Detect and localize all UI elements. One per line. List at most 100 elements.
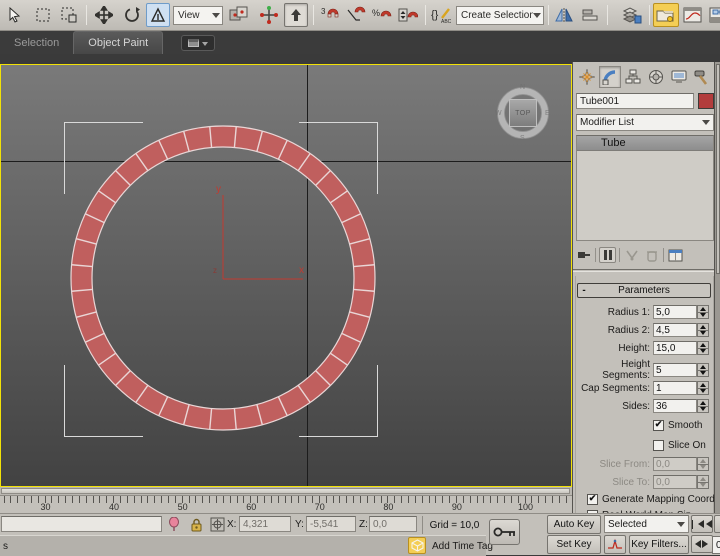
remove-modifier-icon[interactable] (643, 247, 660, 263)
param-row-radius1: Radius 1: 5,0 (573, 304, 715, 320)
radius2-spinner[interactable] (697, 323, 709, 337)
slice-to-spinner (697, 475, 709, 489)
command-panel-tabs (573, 65, 715, 89)
motion-tab-icon[interactable] (645, 66, 667, 88)
select-and-manipulate-icon[interactable] (257, 3, 281, 27)
z-coordinate-field[interactable]: 0,0 (369, 516, 417, 532)
hierarchy-tab-icon[interactable] (622, 66, 644, 88)
radius1-spinner[interactable] (697, 305, 709, 319)
key-filters-button[interactable]: Key Filters... (629, 535, 689, 554)
collapse-icon[interactable]: - (578, 285, 590, 296)
cap-segments-field[interactable]: 1 (653, 381, 697, 395)
generate-mapping-checkbox[interactable]: ✔ (587, 494, 598, 505)
absolute-offset-mode-icon[interactable] (208, 516, 226, 533)
modifier-list-dropdown[interactable]: Modifier List (576, 114, 714, 131)
toolbar-separator (548, 5, 549, 25)
radius1-field[interactable]: 5,0 (653, 305, 697, 319)
viewport-top[interactable]: y x z N E S W TOP (0, 64, 572, 487)
time-slider[interactable] (1, 488, 570, 494)
modify-tab-icon[interactable] (599, 66, 621, 88)
snaps-toggle-icon[interactable]: 3 (318, 3, 342, 27)
select-and-scale-icon[interactable] (146, 3, 170, 27)
modifier-stack-toolbar (575, 245, 715, 265)
configure-modifier-sets-icon[interactable] (667, 247, 684, 263)
height-field[interactable]: 15,0 (653, 341, 697, 355)
viewcube-top-face[interactable]: TOP (509, 99, 537, 127)
parameters-rollout-header[interactable]: - Parameters (577, 283, 711, 298)
set-key-button[interactable]: Set Key (547, 535, 601, 554)
slice-from-field: 0,0 (653, 457, 697, 471)
percent-snap-icon[interactable]: % (370, 3, 394, 27)
display-tab-icon[interactable] (668, 66, 690, 88)
viewcube[interactable]: N E S W TOP (495, 85, 551, 141)
reference-coordsys-dropdown[interactable]: View (173, 6, 223, 25)
compass-north[interactable]: N (520, 84, 525, 91)
window-crossing-icon[interactable] (57, 3, 81, 27)
current-frame-field[interactable]: 0 (712, 536, 720, 554)
add-time-tag-label[interactable]: Add Time Tag (432, 541, 493, 552)
radius2-field[interactable]: 4,5 (653, 323, 697, 337)
stack-row-tube[interactable]: Tube (577, 136, 713, 151)
svg-text:%: % (372, 8, 380, 18)
key-mode-dropdown[interactable]: Selected (604, 515, 689, 533)
communicate-pin-icon[interactable] (165, 516, 183, 533)
cap-segments-spinner[interactable] (697, 381, 709, 395)
sides-field[interactable]: 36 (653, 399, 697, 413)
schematic-view-icon[interactable] (707, 3, 720, 27)
create-selection-set-dropdown[interactable]: Create Selection Se (456, 6, 544, 25)
set-keys-button[interactable] (489, 519, 520, 545)
previous-frame-button[interactable] (714, 515, 720, 533)
edit-named-selection-sets-icon[interactable]: {}ABC (429, 3, 453, 27)
spinner-snap-icon[interactable] (396, 3, 420, 27)
pin-stack-icon[interactable] (575, 247, 592, 263)
compass-west[interactable]: W (495, 110, 502, 117)
scene-explorer-icon[interactable] (653, 3, 679, 27)
layer-manager-icon[interactable] (620, 3, 644, 27)
angle-snap-icon[interactable] (344, 3, 368, 27)
panel-scrollbar[interactable] (714, 62, 720, 513)
utilities-tab-icon[interactable] (691, 66, 713, 88)
object-color-swatch[interactable] (698, 93, 714, 109)
param-row-sides: Sides: 36 (573, 398, 715, 414)
isolate-cube-icon[interactable] (408, 537, 426, 554)
chevron-down-icon (202, 42, 208, 49)
go-to-start-button[interactable] (691, 515, 713, 533)
keyboard-shortcut-override-icon[interactable] (284, 3, 308, 27)
select-object-icon[interactable] (3, 3, 27, 27)
use-pivot-point-center-icon[interactable] (227, 3, 251, 27)
scrollbar-thumb[interactable] (716, 64, 720, 274)
height-segments-spinner[interactable] (697, 363, 709, 377)
object-name-field[interactable]: Tube001 (576, 93, 694, 109)
select-and-rotate-icon[interactable] (120, 3, 144, 27)
smooth-checkbox[interactable]: ✔ (653, 420, 664, 431)
default-in-out-tangent-icon[interactable] (604, 535, 626, 554)
x-coordinate-field[interactable]: 4,321 (239, 516, 291, 532)
slice-on-checkbox[interactable] (653, 440, 664, 451)
ribbon-minimize-dropdown[interactable] (181, 35, 215, 51)
compass-east[interactable]: E (545, 110, 550, 117)
height-spinner[interactable] (697, 341, 709, 355)
axis-tripod (213, 185, 313, 285)
sides-spinner[interactable] (697, 399, 709, 413)
auto-key-button[interactable]: Auto Key (547, 515, 601, 534)
ruler-label: 30 (33, 502, 59, 512)
tab-object-paint[interactable]: Object Paint (73, 31, 163, 54)
height-segments-field[interactable]: 5 (653, 363, 697, 377)
show-end-result-icon[interactable] (599, 247, 616, 263)
make-unique-icon[interactable] (623, 247, 640, 263)
rectangular-selection-icon[interactable] (31, 3, 55, 27)
mirror-icon[interactable] (552, 3, 576, 27)
curve-editor-icon[interactable] (681, 3, 705, 27)
chevron-down-icon (212, 13, 220, 22)
ribbon-tab-bar: Selection Object Paint (0, 31, 720, 54)
timeline-ruler[interactable]: 30405060708090100 (0, 495, 572, 513)
y-coordinate-field[interactable]: -5,541 (306, 516, 356, 532)
key-mode-toggle-button[interactable] (691, 535, 713, 553)
create-tab-icon[interactable] (576, 66, 598, 88)
tab-selection[interactable]: Selection (0, 31, 73, 54)
align-icon[interactable] (578, 3, 602, 27)
selection-lock-icon[interactable] (187, 516, 205, 533)
select-and-move-icon[interactable] (92, 3, 116, 27)
compass-south[interactable]: S (520, 135, 525, 142)
maxscript-mini-listener[interactable] (1, 516, 162, 532)
